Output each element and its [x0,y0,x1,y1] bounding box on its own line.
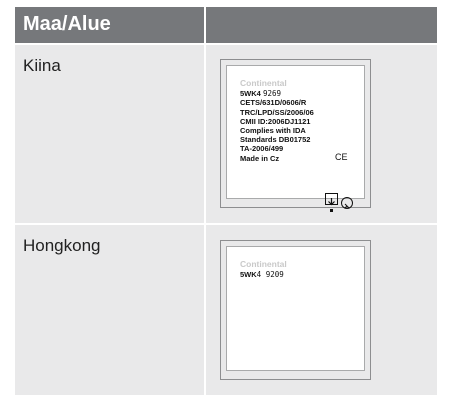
label-model-bold: 5WK [240,270,257,280]
country-cell: Kiina [15,45,204,223]
header-country: Maa/Alue [15,7,204,43]
product-label-image: Continental 5WK4 9209 [220,240,371,380]
label-model-num: 9269 [262,89,281,99]
approval-mark-base-icon [330,209,333,212]
product-label-image: Continental 5WK4 9269 CETS/631D/0606/R T… [220,59,371,212]
label-line: Standards DB01752 [240,135,311,145]
country-table: Maa/Alue Kiina Continental 5WK4 9269 CET… [15,7,437,395]
label-line: Complies with IDA [240,126,306,136]
approval-circle-icon [341,197,353,209]
label-line: CETS/631D/0606/R [240,98,307,108]
label-line: CMII ID:2006DJ1121 [240,116,311,126]
label-brand: Continental [240,259,287,269]
header-country-label: Maa/Alue [23,13,111,35]
label-model-bold: 5WK4 [240,89,261,99]
country-name: Hongkong [23,236,101,255]
label-model-num: 4 9209 [256,270,284,280]
product-label: Continental 5WK4 9269 CETS/631D/0606/R T… [226,65,365,212]
country-name: Kiina [23,56,61,75]
label-brand: Continental [240,78,287,88]
label-line: TA-2006/499 [240,144,284,154]
label-line: Made in Cz [240,153,280,163]
label-cell: Continental 5WK4 9269 CETS/631D/0606/R T… [206,45,437,223]
header-label [206,7,437,43]
ce-mark-icon: CE [335,152,348,162]
approval-mark-icon [325,193,338,206]
label-text: Continental 5WK4 9209 [240,259,287,280]
country-cell: Hongkong [15,225,204,395]
product-label: Continental 5WK4 9209 [226,246,365,371]
label-cell: Continental 5WK4 9209 [206,225,437,395]
label-line: TRC/LPD/SS/2006/06 [240,107,314,117]
label-text: Continental 5WK4 9269 CETS/631D/0606/R T… [240,78,314,163]
